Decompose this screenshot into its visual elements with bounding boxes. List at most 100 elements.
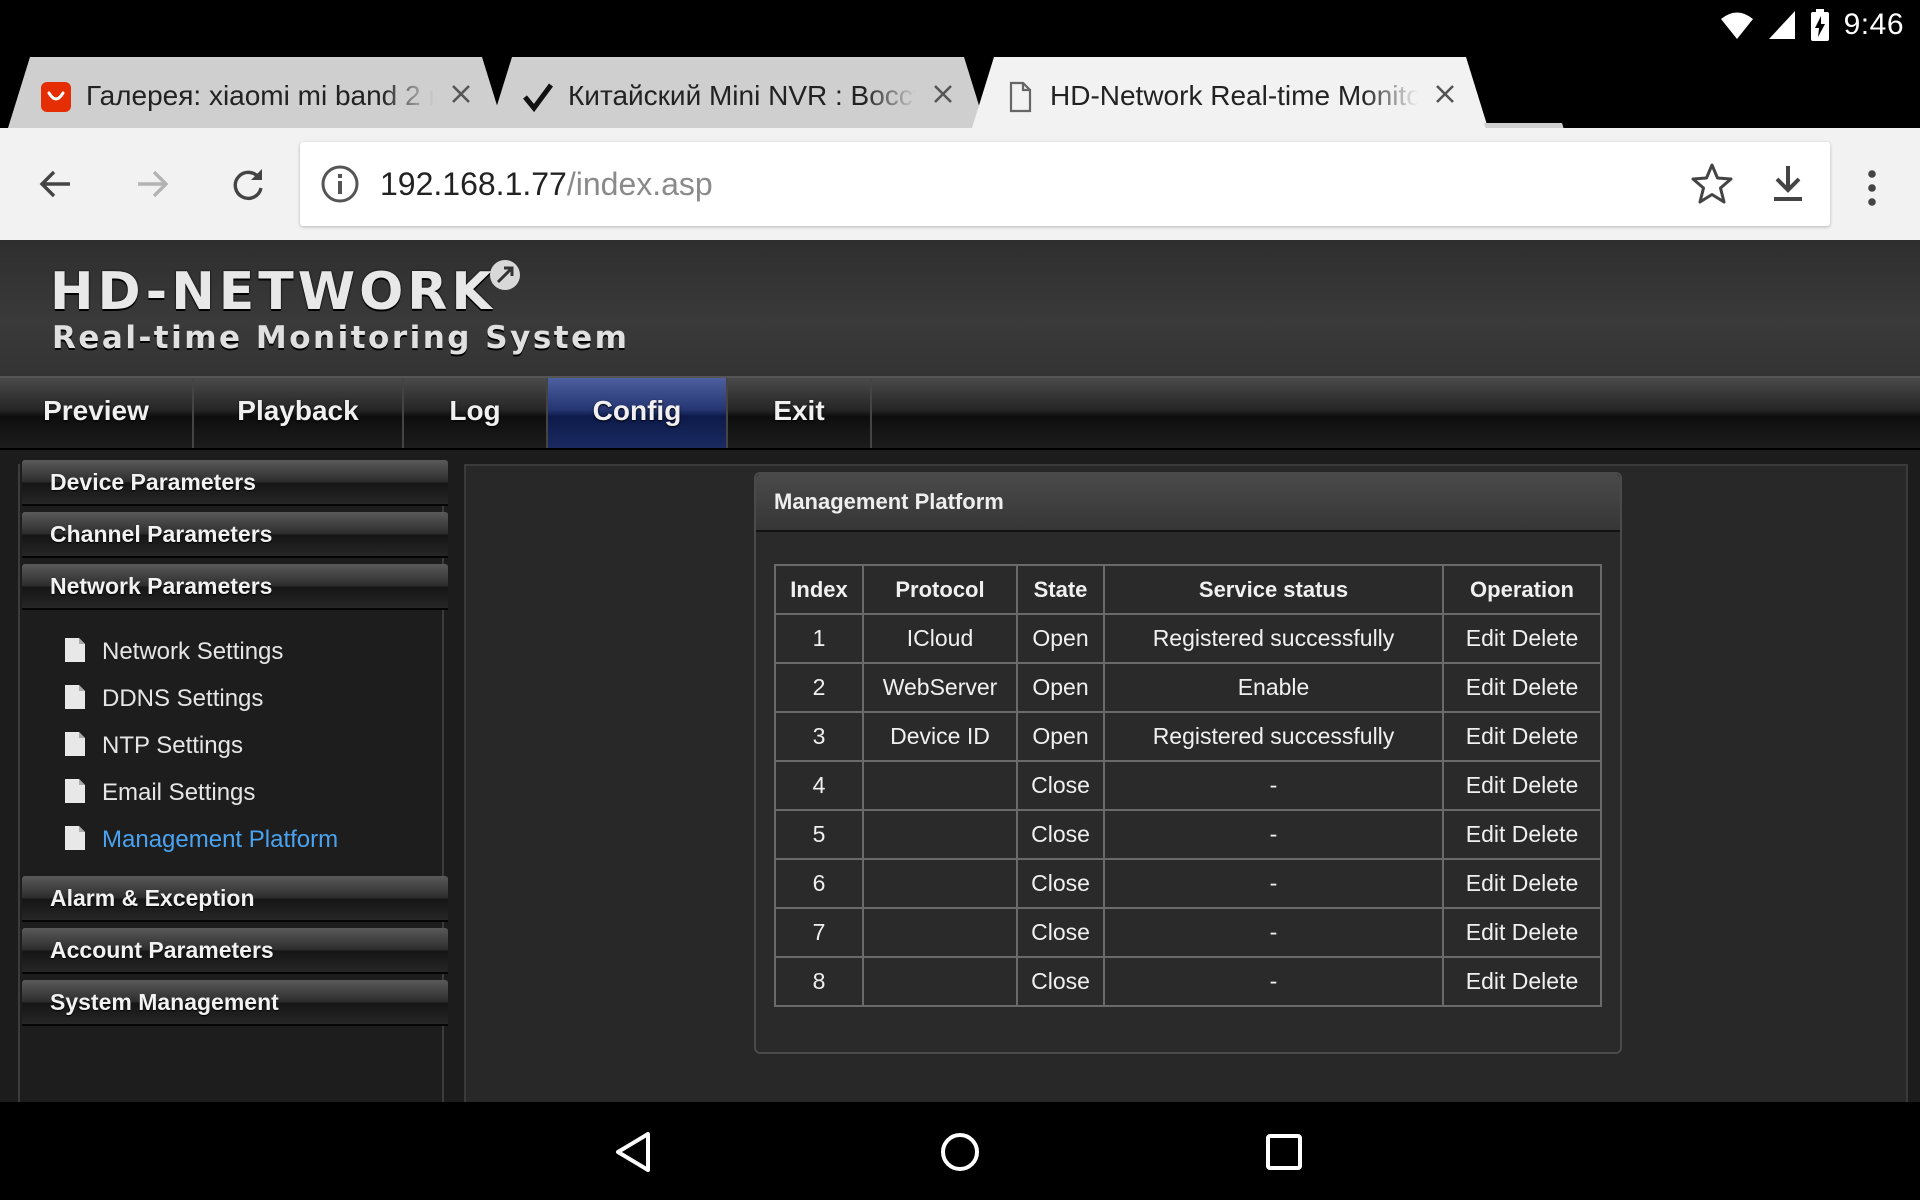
- cell-signal-icon: [1768, 11, 1795, 39]
- close-tab-icon[interactable]: [446, 79, 476, 109]
- table-row: 4 Close - Edit Delete: [774, 760, 1602, 811]
- edit-link[interactable]: Edit: [1466, 870, 1506, 896]
- menu-channel-parameters[interactable]: Channel Parameters: [22, 512, 448, 558]
- bookmark-star-icon[interactable]: [1688, 160, 1736, 208]
- table-row: 2 WebServer Open Enable Edit Delete: [774, 662, 1602, 713]
- cell-service-status: Registered successfully: [1103, 613, 1444, 664]
- nav-preview[interactable]: Preview: [0, 378, 194, 448]
- tab-mini-nvr[interactable]: Китайский Mini NVR : Восстановление: [490, 57, 986, 128]
- cell-service-status: Enable: [1103, 662, 1444, 713]
- cell-state: Close: [1016, 760, 1105, 811]
- close-tab-icon[interactable]: [1430, 79, 1460, 109]
- document-icon: [65, 826, 85, 850]
- web-page: HD-NETWORK Real-time Monitoring System P…: [0, 240, 1920, 1102]
- cell-state: Open: [1016, 662, 1105, 713]
- cell-index: 6: [774, 858, 864, 909]
- delete-link[interactable]: Delete: [1512, 723, 1578, 749]
- reload-button[interactable]: [220, 156, 276, 212]
- cell-protocol: WebServer: [862, 662, 1018, 713]
- url-path: /index.asp: [566, 166, 713, 202]
- nav-config[interactable]: Config: [548, 378, 728, 448]
- cell-operation: Edit Delete: [1442, 956, 1602, 1007]
- menu-alarm-exception[interactable]: Alarm & Exception: [22, 876, 448, 922]
- panel-title: Management Platform: [756, 474, 1620, 532]
- submenu-ntp-settings[interactable]: NTP Settings: [64, 728, 243, 764]
- menu-account-parameters[interactable]: Account Parameters: [22, 928, 448, 974]
- main-nav: Preview Playback Log Config Exit: [0, 378, 1920, 450]
- cell-service-status: -: [1103, 907, 1444, 958]
- logo-title: HD-NETWORK: [50, 262, 496, 322]
- cell-index: 4: [774, 760, 864, 811]
- edit-link[interactable]: Edit: [1466, 723, 1506, 749]
- nav-recents-icon[interactable]: [1256, 1124, 1312, 1180]
- col-protocol: Protocol: [862, 564, 1018, 615]
- nav-playback[interactable]: Playback: [194, 378, 404, 448]
- submenu-ddns-settings[interactable]: DDNS Settings: [64, 681, 263, 717]
- logo-badge-icon: [490, 260, 520, 290]
- menu-device-parameters[interactable]: Device Parameters: [22, 460, 448, 506]
- overflow-menu-icon[interactable]: [1848, 164, 1896, 212]
- edit-link[interactable]: Edit: [1466, 625, 1506, 651]
- cell-state: Close: [1016, 956, 1105, 1007]
- page-banner: HD-NETWORK Real-time Monitoring System: [0, 240, 1920, 378]
- document-icon: [65, 638, 85, 662]
- tab-aliexpress[interactable]: Галерея: xiaomi mi band 2 на AliExpress: [8, 57, 504, 128]
- nav-back-icon[interactable]: [608, 1124, 664, 1180]
- android-nav-bar: [0, 1102, 1920, 1200]
- delete-link[interactable]: Delete: [1512, 772, 1578, 798]
- edit-link[interactable]: Edit: [1466, 968, 1506, 994]
- download-icon[interactable]: [1764, 160, 1812, 208]
- cell-protocol: ICloud: [862, 613, 1018, 664]
- delete-link[interactable]: Delete: [1512, 625, 1578, 651]
- menu-system-management[interactable]: System Management: [22, 980, 448, 1026]
- table-row: 8 Close - Edit Delete: [774, 956, 1602, 1007]
- delete-link[interactable]: Delete: [1512, 821, 1578, 847]
- aliexpress-icon: [41, 82, 71, 112]
- cell-operation: Edit Delete: [1442, 809, 1602, 860]
- tab-hd-network[interactable]: HD-Network Real-time Monitoring System: [972, 57, 1488, 128]
- submenu-network-settings[interactable]: Network Settings: [64, 634, 283, 670]
- delete-link[interactable]: Delete: [1512, 674, 1578, 700]
- cell-protocol: [862, 858, 1018, 909]
- nav-home-icon[interactable]: [932, 1124, 988, 1180]
- delete-link[interactable]: Delete: [1512, 968, 1578, 994]
- cell-operation: Edit Delete: [1442, 858, 1602, 909]
- browser-toolbar: 192.168.1.77/index.asp: [0, 128, 1920, 240]
- tab-title: Галерея: xiaomi mi band 2 на AliExpress: [86, 80, 434, 111]
- cell-operation: Edit Delete: [1442, 760, 1602, 811]
- table-row: 7 Close - Edit Delete: [774, 907, 1602, 958]
- delete-link[interactable]: Delete: [1512, 919, 1578, 945]
- close-tab-icon[interactable]: [928, 79, 958, 109]
- cell-protocol: [862, 760, 1018, 811]
- cell-operation: Edit Delete: [1442, 711, 1602, 762]
- checkmark-icon: [523, 83, 554, 113]
- cell-service-status: Registered successfully: [1103, 711, 1444, 762]
- submenu-label: NTP Settings: [102, 732, 243, 759]
- cell-operation: Edit Delete: [1442, 907, 1602, 958]
- logo-subtitle: Real-time Monitoring System: [52, 320, 630, 356]
- cell-state: Close: [1016, 858, 1105, 909]
- edit-link[interactable]: Edit: [1466, 821, 1506, 847]
- document-icon: [65, 732, 85, 756]
- edit-link[interactable]: Edit: [1466, 674, 1506, 700]
- nav-log[interactable]: Log: [404, 378, 548, 448]
- cell-service-status: -: [1103, 760, 1444, 811]
- table-row: 1 ICloud Open Registered successfully Edit D…: [774, 613, 1602, 664]
- edit-link[interactable]: Edit: [1466, 772, 1506, 798]
- edit-link[interactable]: Edit: [1466, 919, 1506, 945]
- col-service-status: Service status: [1103, 564, 1444, 615]
- url-text[interactable]: 192.168.1.77/index.asp: [380, 162, 713, 206]
- cell-operation: Edit Delete: [1442, 662, 1602, 713]
- submenu-email-settings[interactable]: Email Settings: [64, 775, 255, 811]
- table-row: 3 Device ID Open Registered successfully Edi…: [774, 711, 1602, 762]
- info-icon[interactable]: [318, 162, 362, 206]
- submenu-management-platform[interactable]: Management Platform: [64, 822, 338, 858]
- delete-link[interactable]: Delete: [1512, 870, 1578, 896]
- nav-exit[interactable]: Exit: [728, 378, 872, 448]
- menu-network-parameters[interactable]: Network Parameters: [22, 564, 448, 610]
- address-bar[interactable]: 192.168.1.77/index.asp: [300, 142, 1830, 226]
- back-button[interactable]: [28, 156, 84, 212]
- forward-button[interactable]: [124, 156, 180, 212]
- management-platform-box: Management Platform Index Protocol State…: [754, 472, 1622, 1054]
- cell-state: Close: [1016, 907, 1105, 958]
